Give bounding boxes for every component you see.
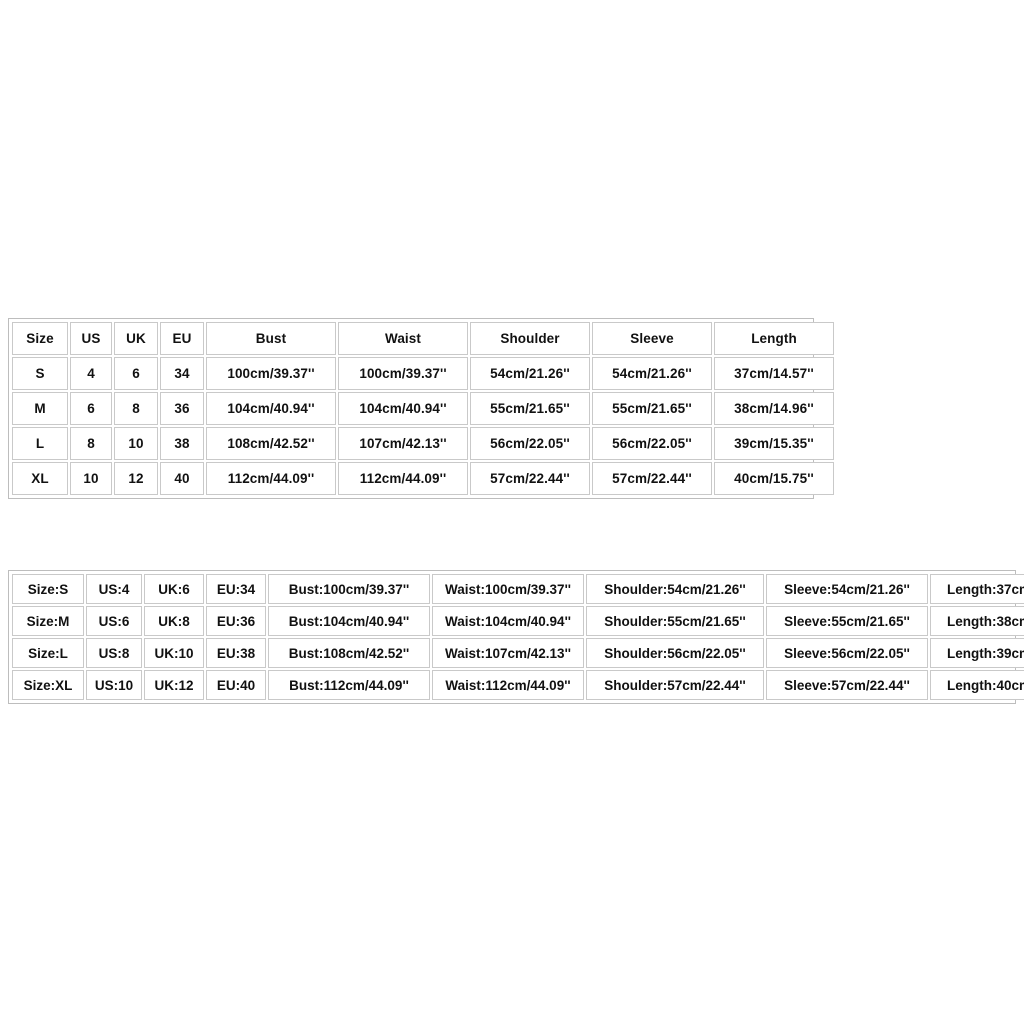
- cell-eu: 36: [160, 392, 204, 425]
- cell-sleeve: 55cm/21.65'': [592, 392, 712, 425]
- column-header-size: Size: [12, 322, 68, 355]
- cell-size-labeled: Size:L: [12, 638, 84, 668]
- size-chart-labeled: Size:S US:4 UK:6 EU:34 Bust:100cm/39.37'…: [8, 570, 1024, 704]
- cell-shoulder-labeled: Shoulder:54cm/21.26'': [586, 574, 764, 604]
- cell-length-labeled: Length:40cm/15.75'': [930, 670, 1024, 700]
- column-header-bust: Bust: [206, 322, 336, 355]
- cell-size: M: [12, 392, 68, 425]
- column-header-length: Length: [714, 322, 834, 355]
- cell-sleeve-labeled: Sleeve:54cm/21.26'': [766, 574, 928, 604]
- cell-uk: 6: [114, 357, 158, 390]
- cell-size-labeled: Size:M: [12, 606, 84, 636]
- cell-bust: 108cm/42.52'': [206, 427, 336, 460]
- cell-us: 6: [70, 392, 112, 425]
- size-chart-grid-table: Size US UK EU Bust Waist Shoulder Sleeve…: [10, 320, 836, 497]
- table-row: Size:M US:6 UK:8 EU:36 Bust:104cm/40.94'…: [12, 606, 1024, 636]
- cell-waist-labeled: Waist:112cm/44.09'': [432, 670, 584, 700]
- cell-sleeve: 57cm/22.44'': [592, 462, 712, 495]
- cell-length-labeled: Length:37cm/14.57'': [930, 574, 1024, 604]
- table-header-row: Size US UK EU Bust Waist Shoulder Sleeve…: [12, 322, 834, 355]
- cell-uk-labeled: UK:10: [144, 638, 204, 668]
- cell-sleeve: 54cm/21.26'': [592, 357, 712, 390]
- table-row: XL 10 12 40 112cm/44.09'' 112cm/44.09'' …: [12, 462, 834, 495]
- cell-length: 39cm/15.35'': [714, 427, 834, 460]
- cell-size: XL: [12, 462, 68, 495]
- cell-sleeve: 56cm/22.05'': [592, 427, 712, 460]
- cell-bust-labeled: Bust:100cm/39.37'': [268, 574, 430, 604]
- cell-waist-labeled: Waist:107cm/42.13'': [432, 638, 584, 668]
- cell-bust: 104cm/40.94'': [206, 392, 336, 425]
- cell-us-labeled: US:6: [86, 606, 142, 636]
- cell-eu-labeled: EU:34: [206, 574, 266, 604]
- column-header-waist: Waist: [338, 322, 468, 355]
- column-header-uk: UK: [114, 322, 158, 355]
- cell-bust: 112cm/44.09'': [206, 462, 336, 495]
- cell-shoulder: 57cm/22.44'': [470, 462, 590, 495]
- cell-eu-labeled: EU:38: [206, 638, 266, 668]
- table-row: Size:S US:4 UK:6 EU:34 Bust:100cm/39.37'…: [12, 574, 1024, 604]
- cell-bust-labeled: Bust:108cm/42.52'': [268, 638, 430, 668]
- cell-shoulder: 55cm/21.65'': [470, 392, 590, 425]
- cell-uk: 12: [114, 462, 158, 495]
- cell-us: 10: [70, 462, 112, 495]
- cell-waist: 107cm/42.13'': [338, 427, 468, 460]
- cell-us-labeled: US:8: [86, 638, 142, 668]
- cell-eu: 34: [160, 357, 204, 390]
- cell-size: L: [12, 427, 68, 460]
- column-header-us: US: [70, 322, 112, 355]
- cell-uk-labeled: UK:8: [144, 606, 204, 636]
- size-chart-labeled-table: Size:S US:4 UK:6 EU:34 Bust:100cm/39.37'…: [10, 572, 1024, 702]
- table-row: L 8 10 38 108cm/42.52'' 107cm/42.13'' 56…: [12, 427, 834, 460]
- cell-sleeve-labeled: Sleeve:57cm/22.44'': [766, 670, 928, 700]
- cell-eu: 40: [160, 462, 204, 495]
- cell-us: 4: [70, 357, 112, 390]
- cell-length-labeled: Length:39cm/15.35'': [930, 638, 1024, 668]
- cell-uk: 10: [114, 427, 158, 460]
- cell-eu-labeled: EU:36: [206, 606, 266, 636]
- cell-length-labeled: Length:38cm/14.96'': [930, 606, 1024, 636]
- cell-eu-labeled: EU:40: [206, 670, 266, 700]
- size-chart-grid: Size US UK EU Bust Waist Shoulder Sleeve…: [8, 318, 834, 499]
- column-header-shoulder: Shoulder: [470, 322, 590, 355]
- cell-size-labeled: Size:S: [12, 574, 84, 604]
- cell-waist-labeled: Waist:104cm/40.94'': [432, 606, 584, 636]
- cell-us-labeled: US:4: [86, 574, 142, 604]
- cell-bust-labeled: Bust:104cm/40.94'': [268, 606, 430, 636]
- cell-size: S: [12, 357, 68, 390]
- cell-shoulder-labeled: Shoulder:55cm/21.65'': [586, 606, 764, 636]
- cell-shoulder-labeled: Shoulder:57cm/22.44'': [586, 670, 764, 700]
- cell-waist: 112cm/44.09'': [338, 462, 468, 495]
- cell-length: 38cm/14.96'': [714, 392, 834, 425]
- table-row: Size:L US:8 UK:10 EU:38 Bust:108cm/42.52…: [12, 638, 1024, 668]
- cell-sleeve-labeled: Sleeve:55cm/21.65'': [766, 606, 928, 636]
- cell-waist: 100cm/39.37'': [338, 357, 468, 390]
- cell-waist: 104cm/40.94'': [338, 392, 468, 425]
- cell-shoulder: 56cm/22.05'': [470, 427, 590, 460]
- cell-shoulder: 54cm/21.26'': [470, 357, 590, 390]
- cell-uk-labeled: UK:6: [144, 574, 204, 604]
- cell-shoulder-labeled: Shoulder:56cm/22.05'': [586, 638, 764, 668]
- cell-size-labeled: Size:XL: [12, 670, 84, 700]
- table-row: M 6 8 36 104cm/40.94'' 104cm/40.94'' 55c…: [12, 392, 834, 425]
- cell-bust: 100cm/39.37'': [206, 357, 336, 390]
- cell-us: 8: [70, 427, 112, 460]
- cell-uk-labeled: UK:12: [144, 670, 204, 700]
- column-header-sleeve: Sleeve: [592, 322, 712, 355]
- cell-eu: 38: [160, 427, 204, 460]
- cell-length: 37cm/14.57'': [714, 357, 834, 390]
- table-row: Size:XL US:10 UK:12 EU:40 Bust:112cm/44.…: [12, 670, 1024, 700]
- cell-us-labeled: US:10: [86, 670, 142, 700]
- cell-bust-labeled: Bust:112cm/44.09'': [268, 670, 430, 700]
- column-header-eu: EU: [160, 322, 204, 355]
- cell-sleeve-labeled: Sleeve:56cm/22.05'': [766, 638, 928, 668]
- cell-length: 40cm/15.75'': [714, 462, 834, 495]
- cell-waist-labeled: Waist:100cm/39.37'': [432, 574, 584, 604]
- cell-uk: 8: [114, 392, 158, 425]
- table-row: S 4 6 34 100cm/39.37'' 100cm/39.37'' 54c…: [12, 357, 834, 390]
